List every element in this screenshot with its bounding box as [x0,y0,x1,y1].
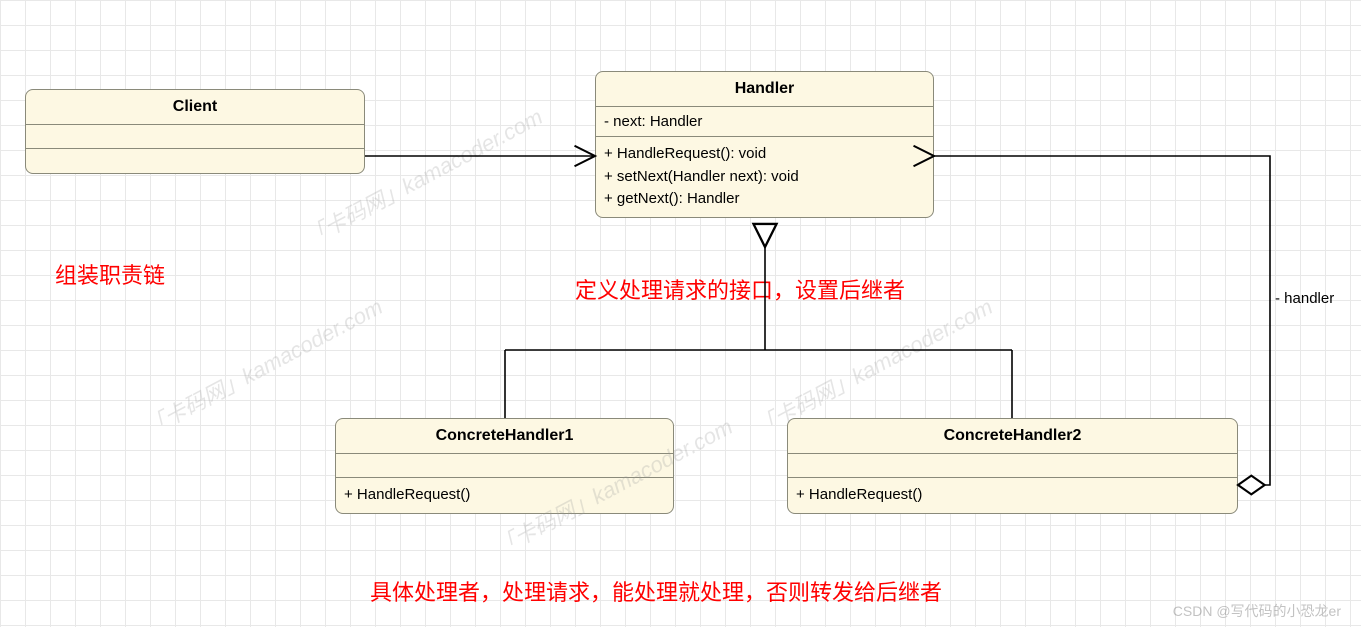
class-operations [26,149,364,173]
uml-class-concrete1: ConcreteHandler1 + HandleRequest() [335,418,674,514]
class-operations: + HandleRequest(): void + setNext(Handle… [596,137,933,217]
class-name: ConcreteHandler1 [336,419,673,454]
class-attributes: - next: Handler [596,107,933,137]
uml-class-handler: Handler - next: Handler + HandleRequest(… [595,71,934,218]
operation-set-next: + setNext(Handler next): void [604,166,925,189]
note-client: 组装职责链 [55,258,165,290]
operation-get-next: + getNext(): Handler [604,188,925,211]
operation-handle-request: + HandleRequest(): void [604,143,925,166]
class-name: ConcreteHandler2 [788,419,1237,454]
class-name: Client [26,90,364,125]
uml-class-client: Client [25,89,365,174]
class-name: Handler [596,72,933,107]
class-operations: + HandleRequest() [336,478,673,513]
note-concrete: 具体处理者，处理请求，能处理就处理，否则转发给后继者 [370,575,942,607]
class-attributes [336,454,673,478]
credit-text: CSDN @写代码的小恐龙er [1173,601,1341,621]
edge-label-handler: - handler [1275,290,1334,307]
note-handler: 定义处理请求的接口，设置后继者 [575,273,905,305]
class-attributes [788,454,1237,478]
class-attributes [26,125,364,149]
class-operations: + HandleRequest() [788,478,1237,513]
uml-class-concrete2: ConcreteHandler2 + HandleRequest() [787,418,1238,514]
